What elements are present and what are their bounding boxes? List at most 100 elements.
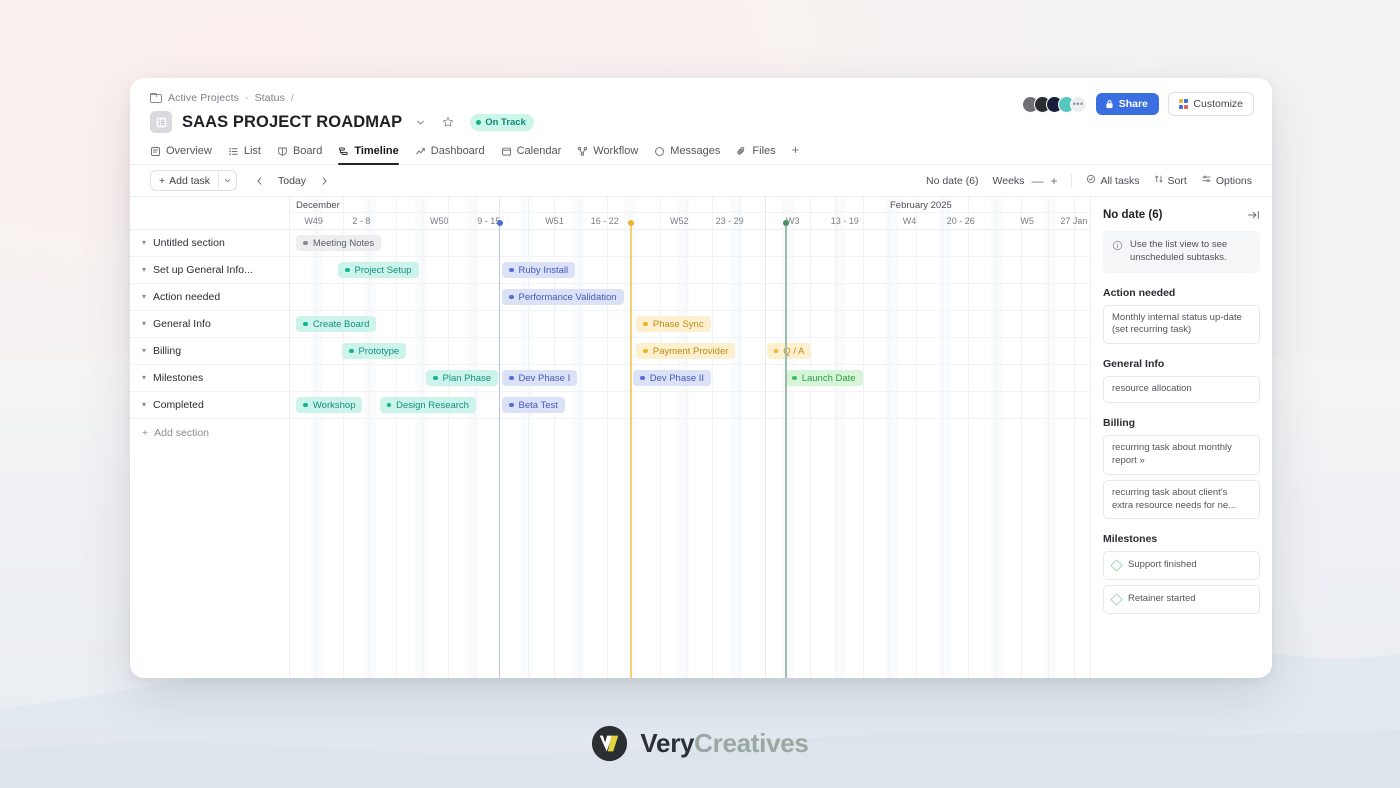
- gantt-row[interactable]: Workshop Design Research Beta Test: [290, 392, 1090, 419]
- tab-timeline[interactable]: Timeline: [338, 142, 400, 165]
- task-bar-design-research[interactable]: Design Research: [379, 397, 476, 413]
- gantt-grid[interactable]: December February 2025 W49 2 - 8 W50 9 -…: [290, 197, 1090, 678]
- zoom-control: Weeks — +: [993, 175, 1058, 187]
- task-bar-launch-date[interactable]: Launch Date: [785, 370, 863, 386]
- share-button[interactable]: Share: [1095, 93, 1159, 115]
- task-bar-label: Meeting Notes: [312, 237, 375, 249]
- gantt-row[interactable]: Create Board Phase Sync: [290, 311, 1090, 338]
- task-bar-performance-validation[interactable]: Performance Validation: [502, 289, 624, 305]
- breadcrumb-dash: -: [244, 92, 249, 104]
- caret-icon[interactable]: ▾: [142, 401, 146, 409]
- no-date-milestone-card[interactable]: Retainer started: [1103, 585, 1260, 614]
- section-row-general-info[interactable]: ▾ General Info: [130, 311, 289, 338]
- chevron-left-icon[interactable]: [251, 172, 268, 189]
- tab-calendar[interactable]: Calendar: [501, 142, 561, 164]
- caret-icon[interactable]: ▾: [142, 374, 146, 382]
- add-view-button[interactable]: +: [792, 142, 800, 164]
- options-button[interactable]: Options: [1201, 174, 1252, 187]
- gantt-row[interactable]: Meeting Notes: [290, 230, 1090, 257]
- task-bar-plan-phase[interactable]: Plan Phase: [426, 370, 499, 386]
- sort-button[interactable]: Sort: [1154, 174, 1187, 187]
- avatar-group[interactable]: •••: [1021, 95, 1087, 113]
- task-bar-qa[interactable]: Q / A: [766, 343, 812, 359]
- tab-board[interactable]: Board: [277, 142, 322, 164]
- tab-messages[interactable]: Messages: [654, 142, 720, 164]
- header-actions: ••• Share Customize: [1021, 92, 1254, 116]
- no-date-task-card[interactable]: Monthly internal status up-date (set rec…: [1103, 304, 1260, 345]
- all-tasks-filter[interactable]: All tasks: [1086, 174, 1140, 187]
- section-label: Action needed: [153, 291, 221, 303]
- tab-list[interactable]: List: [228, 142, 261, 164]
- lock-icon: [1106, 100, 1113, 109]
- add-section-label: Add section: [154, 426, 210, 439]
- no-date-task-card[interactable]: recurring task about monthly report »: [1103, 435, 1260, 475]
- chevron-down-icon[interactable]: [412, 114, 429, 131]
- no-date-group-title-billing: Billing: [1103, 417, 1136, 430]
- tab-overview[interactable]: Overview: [150, 142, 212, 164]
- verycreatives-logo-icon: [592, 725, 628, 762]
- zoom-out-button[interactable]: —: [1031, 175, 1043, 187]
- breadcrumb-status[interactable]: Status: [255, 92, 285, 104]
- section-row-set-up-general-info[interactable]: ▾ Set up General Info...: [130, 257, 289, 284]
- today-button[interactable]: Today: [272, 175, 312, 187]
- chevron-right-icon[interactable]: [316, 172, 333, 189]
- no-date-task-card[interactable]: recurring task about client's extra reso…: [1103, 479, 1260, 520]
- caret-icon[interactable]: ▾: [142, 347, 146, 355]
- add-task-chevron-down-icon[interactable]: [219, 171, 236, 190]
- gantt-row[interactable]: Plan Phase Dev Phase I Dev Phase II Laun…: [290, 365, 1090, 392]
- chart-icon: [415, 146, 426, 157]
- task-bar-label: Project Setup: [354, 264, 412, 276]
- section-row-untitled-section[interactable]: ▾ Untitled section: [130, 230, 289, 257]
- customize-button-label: Customize: [1193, 98, 1243, 110]
- task-bar-ruby-install[interactable]: Ruby Install: [502, 262, 576, 278]
- zoom-level-label[interactable]: Weeks: [993, 175, 1025, 187]
- task-bar-meeting-notes[interactable]: Meeting Notes: [296, 235, 382, 251]
- avatar-overflow[interactable]: •••: [1069, 95, 1087, 113]
- week-number-label: W49: [304, 216, 323, 226]
- week-number-label: W5: [1020, 216, 1034, 226]
- gantt-row[interactable]: Project Setup Ruby Install: [290, 257, 1090, 284]
- customize-button[interactable]: Customize: [1167, 92, 1254, 116]
- collapse-right-icon[interactable]: [1247, 209, 1260, 221]
- caret-icon[interactable]: ▾: [142, 239, 146, 247]
- task-bar-dev-phase-ii[interactable]: Dev Phase II: [633, 370, 712, 386]
- caret-icon[interactable]: ▾: [142, 293, 146, 301]
- milestone-label: Retainer started: [1128, 593, 1196, 605]
- add-task-button[interactable]: + Add task: [151, 171, 218, 190]
- tab-workflow[interactable]: Workflow: [577, 142, 638, 164]
- breadcrumb-project[interactable]: Active Projects: [168, 92, 239, 104]
- timeline-toolbar: + Add task Today No date (6) Weeks — + A…: [130, 165, 1272, 197]
- no-date-toggle[interactable]: No date (6): [926, 175, 979, 187]
- task-bar-dev-phase-i[interactable]: Dev Phase I: [502, 370, 578, 386]
- calendar-icon: [501, 146, 512, 157]
- star-icon[interactable]: [439, 114, 456, 131]
- task-dot-icon: [386, 402, 392, 408]
- gantt-row[interactable]: Prototype Payment Provider Q / A: [290, 338, 1090, 365]
- section-row-billing[interactable]: ▾ Billing: [130, 338, 289, 365]
- tab-dashboard[interactable]: Dashboard: [415, 142, 485, 164]
- section-row-action-needed[interactable]: ▾ Action needed: [130, 284, 289, 311]
- status-badge[interactable]: On Track: [470, 113, 534, 131]
- task-bar-label: Create Board: [312, 318, 370, 330]
- caret-icon[interactable]: ▾: [142, 320, 146, 328]
- no-date-task-card[interactable]: resource allocation: [1103, 376, 1260, 404]
- gantt-row[interactable]: Performance Validation: [290, 284, 1090, 311]
- week-number-label: W50: [430, 216, 449, 226]
- task-bar-prototype[interactable]: Prototype: [342, 343, 407, 359]
- task-bar-phase-sync[interactable]: Phase Sync: [636, 316, 711, 332]
- caret-icon[interactable]: ▾: [142, 266, 146, 274]
- add-section-button[interactable]: + Add section: [130, 419, 289, 446]
- no-date-milestone-card[interactable]: Support finished: [1103, 551, 1260, 581]
- date-navigation: Today: [251, 172, 333, 189]
- task-bar-project-setup[interactable]: Project Setup: [338, 262, 419, 278]
- task-bar-create-board[interactable]: Create Board: [296, 316, 377, 332]
- section-row-completed[interactable]: ▾ Completed: [130, 392, 289, 419]
- toolbar-right: No date (6) Weeks — + All tasks Sort Opt…: [926, 173, 1252, 188]
- zoom-in-button[interactable]: +: [1050, 175, 1057, 187]
- section-row-milestones[interactable]: ▾ Milestones: [130, 365, 289, 392]
- no-date-group-title-general-info: General Info: [1103, 358, 1165, 371]
- task-bar-beta-test[interactable]: Beta Test: [502, 397, 565, 413]
- task-bar-workshop[interactable]: Workshop: [296, 397, 363, 413]
- tab-files[interactable]: Files: [736, 142, 776, 164]
- task-bar-payment-provider[interactable]: Payment Provider: [636, 343, 736, 359]
